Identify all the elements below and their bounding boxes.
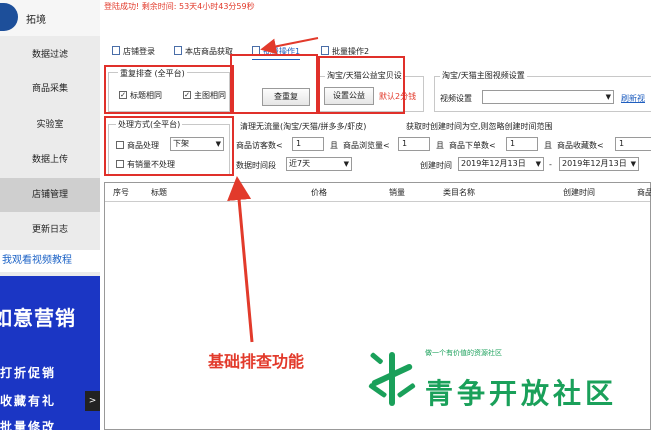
watermark-slogan: 做一个有价值的资源社区 <box>425 349 502 357</box>
annotation-caption: 基础排查功能 <box>208 352 305 371</box>
watermark-title: 青争开放社区 <box>425 377 618 410</box>
arrow-to-tab <box>260 37 319 55</box>
arrow-to-options <box>227 176 254 343</box>
annotation-arrows <box>227 37 319 343</box>
watermark-logo-icon <box>368 352 416 406</box>
